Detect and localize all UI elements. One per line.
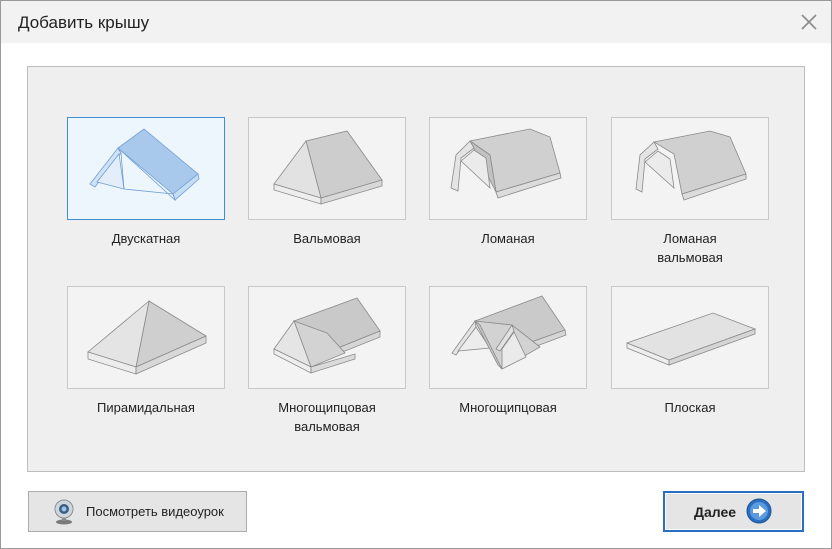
mansard-hip-roof-icon bbox=[635, 130, 747, 201]
roof-option-flat[interactable] bbox=[611, 286, 769, 389]
hip-roof-icon bbox=[273, 130, 383, 205]
roof-label-multi-gable: Многощипцовая bbox=[459, 400, 557, 415]
next-button[interactable]: Далее bbox=[663, 491, 804, 532]
roof-label-pyramid: Пирамидальная bbox=[97, 400, 195, 415]
multi-gable-roof-icon bbox=[451, 295, 567, 370]
roof-label-multi-gable-hip: Многощипцовая вальмовая bbox=[278, 400, 376, 434]
roof-option-mansard[interactable] bbox=[429, 117, 587, 220]
multi-gable-hip-roof-icon bbox=[273, 297, 381, 374]
roof-option-multi-gable-hip[interactable] bbox=[248, 286, 406, 389]
roof-type-grid: Двускатная Вальмовая Ломаная Ломаная вал… bbox=[27, 66, 805, 472]
mansard-roof-icon bbox=[450, 128, 562, 199]
roof-option-gable[interactable] bbox=[67, 117, 225, 220]
watch-video-button[interactable]: Посмотреть видеоурок bbox=[28, 491, 247, 532]
next-label: Далее bbox=[694, 504, 737, 520]
gable-roof-icon bbox=[89, 128, 200, 202]
dialog-title: Добавить крышу bbox=[18, 13, 150, 32]
roof-label-hip: Вальмовая bbox=[293, 231, 361, 246]
close-icon[interactable] bbox=[799, 12, 819, 32]
flat-roof-icon bbox=[625, 312, 757, 366]
roof-label-mansard: Ломаная bbox=[481, 231, 535, 246]
add-roof-dialog: Добавить крышу Двускатная Вальмовая Лома… bbox=[0, 0, 832, 549]
roof-option-mansard-hip[interactable] bbox=[611, 117, 769, 220]
roof-label-flat: Плоская bbox=[664, 400, 716, 415]
arrow-right-icon bbox=[746, 498, 772, 524]
roof-option-multi-gable[interactable] bbox=[429, 286, 587, 389]
roof-label-gable: Двускатная bbox=[111, 231, 181, 246]
webcam-icon bbox=[54, 499, 74, 525]
roof-option-pyramid[interactable] bbox=[67, 286, 225, 389]
roof-option-hip[interactable] bbox=[248, 117, 406, 220]
roof-label-mansard-hip: Ломаная вальмовая bbox=[657, 231, 723, 265]
title-bar: Добавить крышу bbox=[1, 1, 831, 43]
pyramid-roof-icon bbox=[87, 299, 207, 375]
watch-video-label: Посмотреть видеоурок bbox=[86, 504, 224, 519]
